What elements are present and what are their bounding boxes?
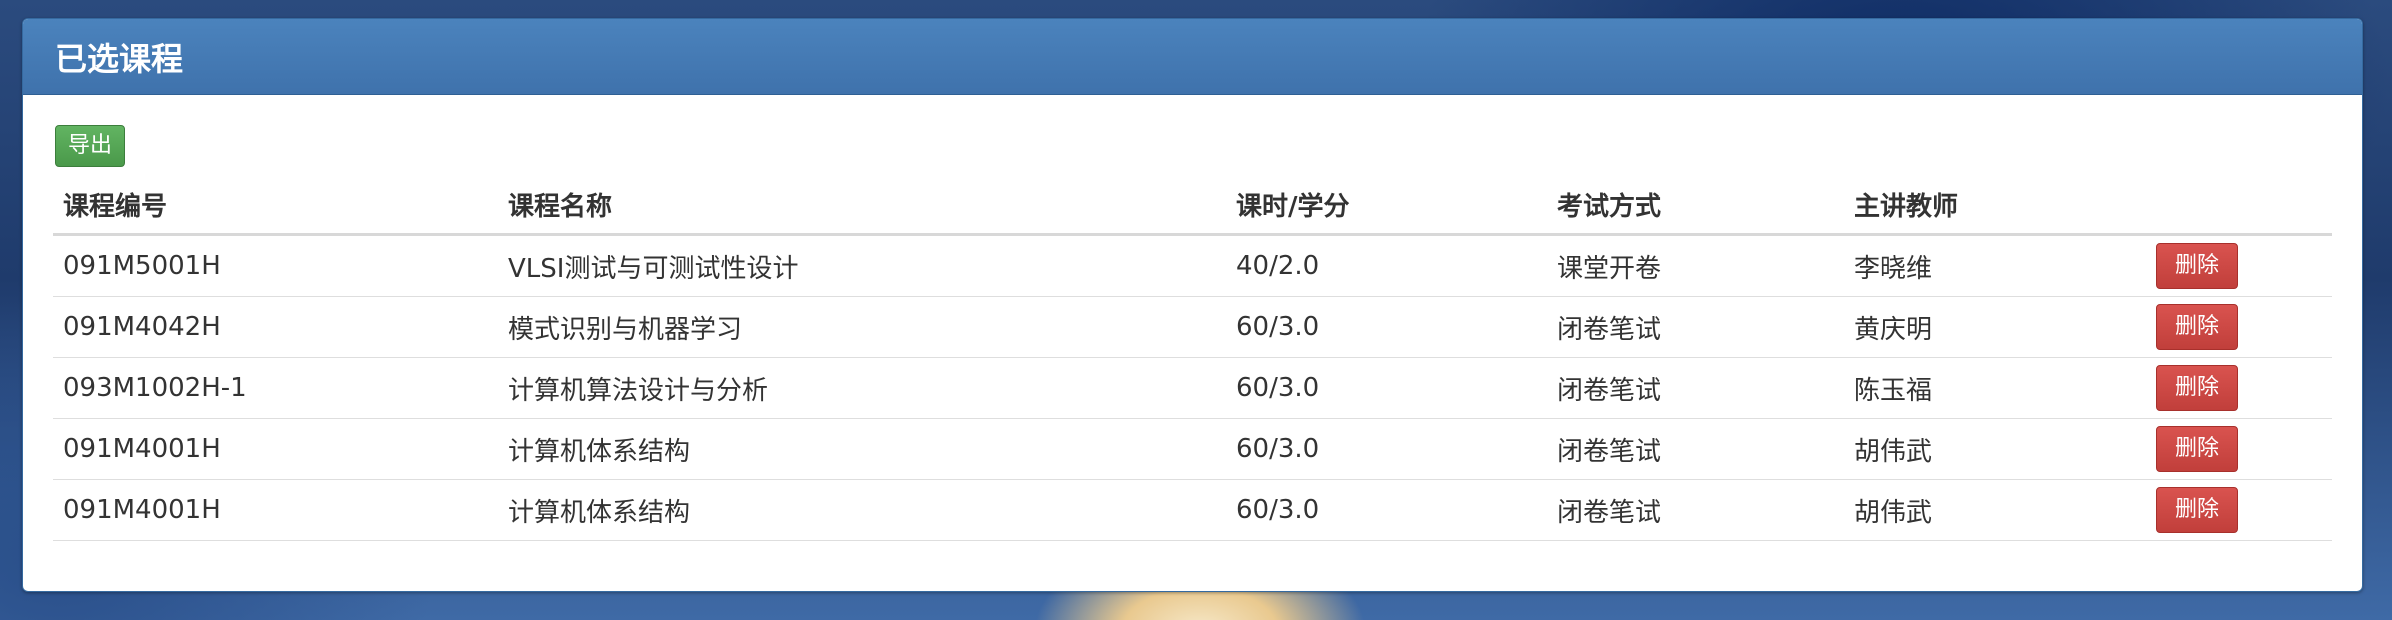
action-cell: 删除	[2146, 418, 2332, 480]
course-teacher: 李晓维	[1844, 234, 2146, 297]
course-exam: 课堂开卷	[1547, 234, 1844, 297]
header-course-name: 课程名称	[498, 175, 1226, 236]
course-hours: 60/3.0	[1226, 357, 1547, 419]
course-name: 模式识别与机器学习	[498, 296, 1226, 358]
course-teacher: 陈玉福	[1844, 357, 2146, 419]
action-cell: 删除	[2146, 357, 2332, 419]
selected-courses-panel: 已选课程 导出 课程编号 课程名称 课时/学分 考试方式 主讲教师 091M50…	[22, 18, 2363, 592]
action-cell: 删除	[2146, 234, 2332, 297]
course-name: 计算机体系结构	[498, 479, 1226, 541]
course-hours: 60/3.0	[1226, 479, 1547, 541]
course-code: 091M5001H	[53, 234, 498, 297]
header-teacher: 主讲教师	[1844, 175, 2146, 236]
delete-button[interactable]: 删除	[2156, 426, 2239, 472]
action-cell: 删除	[2146, 296, 2332, 358]
header-course-code: 课程编号	[53, 175, 498, 236]
table-row: 091M4001H 计算机体系结构 60/3.0 闭卷笔试 胡伟武 删除	[53, 418, 2332, 480]
delete-button[interactable]: 删除	[2156, 365, 2239, 411]
action-cell: 删除	[2146, 479, 2332, 541]
table-header-row: 课程编号 课程名称 课时/学分 考试方式 主讲教师	[53, 175, 2332, 236]
header-actions	[2146, 175, 2332, 236]
delete-button[interactable]: 删除	[2156, 487, 2239, 533]
course-hours: 40/2.0	[1226, 234, 1547, 297]
course-code: 091M4042H	[53, 296, 498, 358]
course-exam: 闭卷笔试	[1547, 296, 1844, 358]
course-hours: 60/3.0	[1226, 418, 1547, 480]
course-hours: 60/3.0	[1226, 296, 1547, 358]
course-code: 091M4001H	[53, 418, 498, 480]
table-row: 093M1002H-1 计算机算法设计与分析 60/3.0 闭卷笔试 陈玉福 删…	[53, 357, 2332, 419]
export-button[interactable]: 导出	[55, 125, 126, 167]
course-name: VLSI测试与可测试性设计	[498, 234, 1226, 297]
header-exam-type: 考试方式	[1547, 175, 1844, 236]
table-row: 091M4042H 模式识别与机器学习 60/3.0 闭卷笔试 黄庆明 删除	[53, 296, 2332, 358]
header-hours-credits: 课时/学分	[1226, 175, 1547, 236]
panel-title: 已选课程	[23, 19, 2362, 95]
delete-button[interactable]: 删除	[2156, 304, 2239, 350]
course-table: 课程编号 课程名称 课时/学分 考试方式 主讲教师 091M5001H VLSI…	[53, 175, 2332, 541]
table-row: 091M4001H 计算机体系结构 60/3.0 闭卷笔试 胡伟武 删除	[53, 479, 2332, 541]
delete-button[interactable]: 删除	[2156, 243, 2239, 289]
course-teacher: 胡伟武	[1844, 479, 2146, 541]
course-teacher: 黄庆明	[1844, 296, 2146, 358]
course-code: 091M4001H	[53, 479, 498, 541]
course-exam: 闭卷笔试	[1547, 479, 1844, 541]
course-name: 计算机体系结构	[498, 418, 1226, 480]
course-exam: 闭卷笔试	[1547, 357, 1844, 419]
course-exam: 闭卷笔试	[1547, 418, 1844, 480]
course-teacher: 胡伟武	[1844, 418, 2146, 480]
course-name: 计算机算法设计与分析	[498, 357, 1226, 419]
table-row: 091M5001H VLSI测试与可测试性设计 40/2.0 课堂开卷 李晓维 …	[53, 234, 2332, 297]
course-code: 093M1002H-1	[53, 357, 498, 419]
